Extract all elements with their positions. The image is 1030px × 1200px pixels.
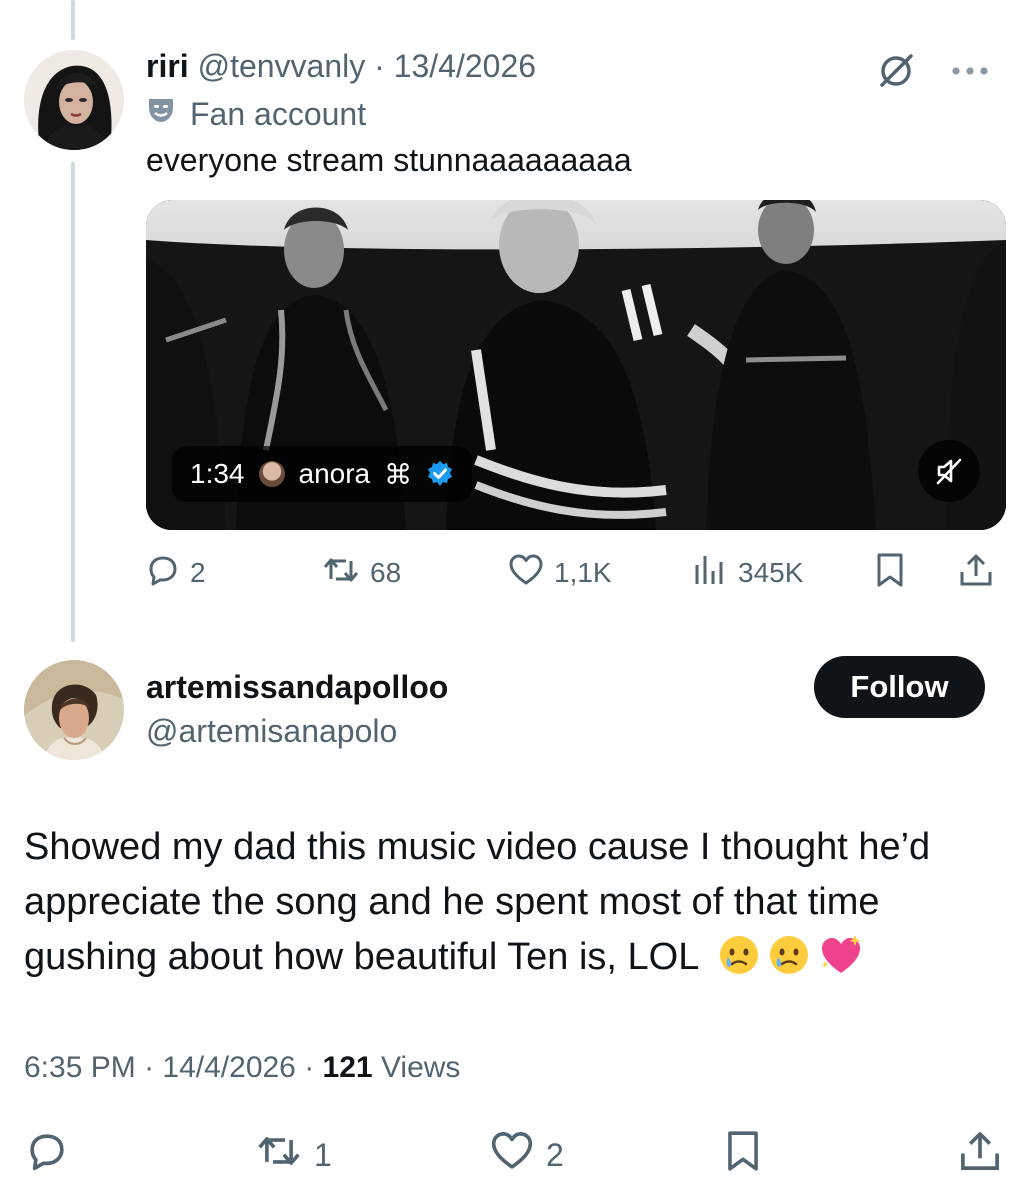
mute-button[interactable]	[918, 440, 980, 502]
bookmark-icon	[874, 552, 906, 595]
author-name[interactable]: artemissandapolloo	[146, 666, 448, 708]
tweet-body: Showed my dad this music video cause I t…	[24, 820, 1004, 993]
views-button[interactable]: 345K	[692, 550, 803, 596]
share-button[interactable]	[958, 1128, 1002, 1182]
repost-count: 68	[370, 557, 402, 588]
video-info-chip[interactable]: 1:34 anora ⌘	[172, 446, 473, 502]
sad-tear-face-icon	[767, 933, 811, 993]
sad-tear-face-icon	[717, 933, 761, 993]
separator: ·	[135, 1051, 163, 1084]
quoted-tweet-actions: 2 68 1,1K 345K	[146, 550, 1006, 596]
like-button[interactable]: 2	[490, 1128, 564, 1182]
account-label-text: Fan account	[190, 96, 367, 132]
reply-icon	[26, 1130, 68, 1180]
repost-icon	[256, 1130, 302, 1180]
thread-line-top	[71, 0, 75, 40]
like-button[interactable]: 1,1K	[508, 550, 612, 596]
creator-name: anora	[298, 458, 371, 489]
repost-button[interactable]: 1	[256, 1128, 332, 1182]
heart-icon	[508, 553, 544, 594]
bookmark-button[interactable]	[874, 550, 906, 596]
reply-count: 2	[190, 557, 206, 588]
quoted-tweet-header: riri @tenvvanly · 13/4/2026	[146, 44, 536, 88]
top-right-actions	[876, 50, 990, 95]
author-name[interactable]: riri	[146, 48, 189, 84]
tweet-actions: 1 2	[0, 1128, 1030, 1182]
views-label: Views	[372, 1051, 461, 1084]
creator-avatar	[258, 461, 285, 487]
reply-button[interactable]	[26, 1128, 68, 1182]
tweet-text: everyone stream stunnaaaaaaaaa	[146, 142, 632, 178]
emoji-group	[717, 933, 865, 993]
video-player[interactable]: 1:34 anora ⌘	[146, 200, 1006, 530]
tweet-date[interactable]: 14/4/2026	[162, 1051, 295, 1084]
creator-symbol: ⌘	[384, 458, 413, 490]
reply-icon	[146, 553, 180, 594]
follow-button[interactable]: Follow	[814, 656, 985, 718]
muted-speaker-icon	[934, 456, 964, 486]
tweet-meta: 6:35 PM · 14/4/2026 · 121 Views	[24, 1046, 460, 1090]
share-icon	[958, 1129, 1002, 1181]
thread-line	[71, 162, 75, 642]
verified-badge-icon	[426, 460, 454, 488]
separator: ·	[295, 1051, 323, 1084]
separator: ·	[365, 48, 394, 84]
reply-button[interactable]: 2	[146, 550, 206, 596]
sparkling-heart-icon	[817, 933, 865, 993]
repost-button[interactable]: 68	[322, 550, 401, 596]
author-handle[interactable]: @artemisanapolo	[146, 710, 397, 752]
share-icon	[958, 552, 994, 595]
account-label: Fan account	[146, 92, 366, 136]
video-duration: 1:34	[190, 458, 245, 489]
avatar[interactable]	[24, 50, 124, 150]
tweet-date[interactable]: 13/4/2026	[394, 48, 536, 84]
bookmark-icon	[724, 1129, 762, 1181]
author-handle[interactable]: @tenvvanly	[198, 48, 366, 84]
views-count: 121	[322, 1051, 373, 1084]
more-icon[interactable]	[950, 64, 990, 82]
repost-count: 1	[314, 1136, 332, 1173]
avatar[interactable]	[24, 660, 124, 760]
grok-icon[interactable]	[876, 50, 916, 95]
repost-icon	[322, 553, 360, 594]
share-button[interactable]	[958, 550, 994, 596]
bookmark-button[interactable]	[724, 1128, 762, 1182]
analytics-icon	[692, 553, 728, 594]
like-count: 1,1K	[554, 557, 612, 588]
tweet-time[interactable]: 6:35 PM	[24, 1051, 136, 1084]
view-count: 345K	[738, 557, 804, 588]
heart-icon	[490, 1130, 534, 1180]
theater-masks-icon	[146, 92, 176, 136]
like-count: 2	[546, 1136, 564, 1173]
